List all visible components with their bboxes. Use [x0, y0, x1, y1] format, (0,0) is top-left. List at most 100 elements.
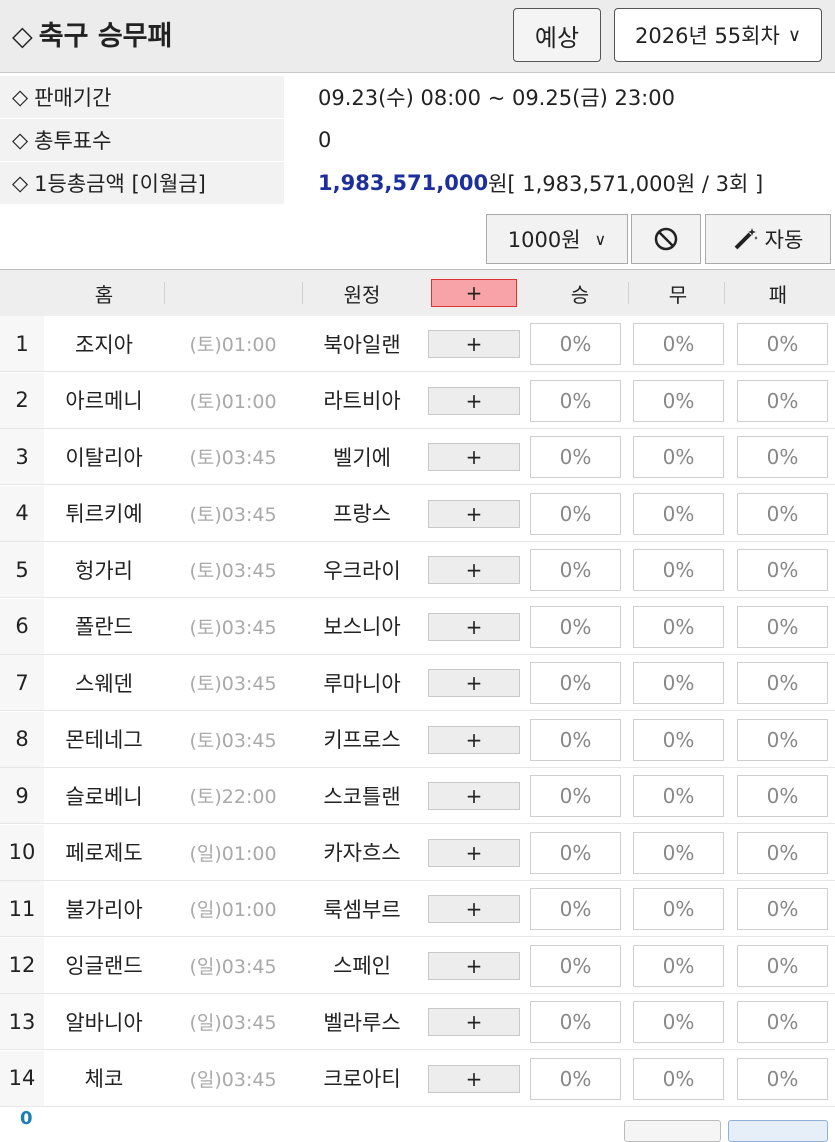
row-plus-button[interactable]: + — [428, 1064, 520, 1093]
match-number: 3 — [0, 429, 44, 484]
row-plus-button[interactable]: + — [428, 443, 520, 471]
match-time: (일)03:45 — [189, 955, 277, 978]
away-team: 라트비아 — [323, 389, 401, 413]
win-percent-cell[interactable]: 0% — [530, 944, 621, 987]
lose-percent-cell[interactable]: 0% — [737, 492, 828, 535]
total-votes-value: 0 — [318, 128, 332, 152]
draw-percent-cell[interactable]: 0% — [633, 831, 724, 874]
draw-percent-cell[interactable]: 0% — [633, 944, 724, 987]
lose-percent-cell[interactable]: 0% — [737, 323, 828, 365]
predict-button[interactable]: 예상 — [513, 8, 601, 62]
draw-percent-cell[interactable]: 0% — [633, 379, 724, 422]
row-plus-button[interactable]: + — [428, 838, 520, 867]
draw-percent-cell[interactable]: 0% — [633, 1001, 724, 1043]
column-win: 승 — [570, 282, 590, 307]
row-plus-button[interactable]: + — [428, 951, 520, 980]
draw-percent-cell[interactable]: 0% — [633, 605, 724, 648]
bet-controls: 1000원 ∨ 자동 — [0, 209, 835, 270]
magic-wand-icon — [734, 228, 758, 250]
info-panel: ◇ 판매기간 09.23(수) 08:00 ~ 09.25(금) 23:00 ◇ 총… — [0, 73, 835, 209]
row-plus-button[interactable]: + — [428, 386, 520, 415]
row-plus-button[interactable]: + — [428, 556, 520, 584]
lose-percent-cell[interactable]: 0% — [737, 944, 828, 987]
win-percent-cell[interactable]: 0% — [530, 888, 621, 930]
header-divider — [724, 282, 725, 304]
match-time: (토)01:00 — [189, 334, 277, 356]
draw-percent-cell[interactable]: 0% — [633, 888, 724, 930]
away-team: 벨기에 — [333, 445, 391, 470]
row-plus-button[interactable]: + — [428, 612, 520, 641]
column-away: 원정 — [343, 282, 381, 307]
match-number: 1 — [0, 316, 44, 371]
header-divider — [628, 282, 629, 304]
header-divider — [164, 282, 165, 304]
lose-percent-cell[interactable]: 0% — [737, 379, 828, 422]
draw-percent-cell[interactable]: 0% — [633, 718, 724, 761]
match-time: (일)01:00 — [189, 899, 277, 921]
row-plus-button[interactable]: + — [428, 725, 520, 754]
win-percent-cell[interactable]: 0% — [530, 775, 621, 817]
amount-select[interactable]: 1000원 ∨ — [486, 214, 628, 264]
row-plus-button[interactable]: + — [428, 895, 520, 923]
lose-percent-cell[interactable]: 0% — [737, 1001, 828, 1043]
row-plus-button[interactable]: + — [428, 669, 520, 697]
match-number: 14 — [0, 1050, 44, 1106]
draw-percent-cell[interactable]: 0% — [633, 775, 724, 817]
lose-percent-cell[interactable]: 0% — [737, 436, 828, 478]
win-percent-cell[interactable]: 0% — [530, 549, 621, 591]
win-percent-cell[interactable]: 0% — [530, 436, 621, 478]
win-percent-cell[interactable]: 0% — [530, 605, 621, 648]
lose-percent-cell[interactable]: 0% — [737, 831, 828, 874]
draw-percent-cell[interactable]: 0% — [633, 662, 724, 704]
win-percent-cell[interactable]: 0% — [530, 379, 621, 422]
draw-percent-cell[interactable]: 0% — [633, 492, 724, 535]
prize-amount: 1,983,571,000 — [318, 171, 489, 195]
diamond-icon: ◇ — [12, 21, 33, 52]
win-percent-cell[interactable]: 0% — [530, 718, 621, 761]
row-plus-button[interactable]: + — [428, 330, 520, 358]
win-percent-cell[interactable]: 0% — [530, 1057, 621, 1100]
auto-pick-button[interactable]: 자동 — [705, 214, 831, 264]
match-number: 12 — [0, 937, 44, 993]
footer-button-right[interactable] — [728, 1120, 828, 1142]
select-all-button[interactable]: + — [431, 279, 517, 307]
lose-percent-cell[interactable]: 0% — [737, 1057, 828, 1100]
sale-period-value: 09.23(수) 08:00 ~ 09.25(금) 23:00 — [318, 86, 675, 110]
match-number: 11 — [0, 881, 44, 936]
lose-percent-cell[interactable]: 0% — [737, 549, 828, 591]
draw-percent-cell[interactable]: 0% — [633, 436, 724, 478]
prize-row: ◇ 1등총금액 [이월금] 1,983,571,000 원 [ 1,983,571,… — [0, 162, 835, 204]
win-percent-cell[interactable]: 0% — [530, 1001, 621, 1043]
amount-select-value: 1000원 — [507, 228, 581, 252]
win-percent-cell[interactable]: 0% — [530, 831, 621, 874]
match-time: (토)03:45 — [189, 673, 277, 695]
lose-percent-cell[interactable]: 0% — [737, 888, 828, 930]
away-team: 우크라이 — [323, 558, 401, 583]
table-row: 13 알바니아 (일)03:45 벨라루스 +0% 0% 0% — [0, 994, 835, 1050]
prize-unit: 원 — [488, 172, 508, 196]
win-percent-cell[interactable]: 0% — [530, 492, 621, 535]
row-plus-button[interactable]: + — [428, 499, 520, 528]
row-plus-button[interactable]: + — [428, 1008, 520, 1036]
draw-percent-cell[interactable]: 0% — [633, 549, 724, 591]
table-header: 홈 원정 + 승 무 패 — [0, 270, 835, 316]
reset-button[interactable] — [631, 214, 701, 264]
draw-percent-cell[interactable]: 0% — [633, 323, 724, 365]
lose-percent-cell[interactable]: 0% — [737, 605, 828, 648]
row-plus-button[interactable]: + — [428, 782, 520, 810]
footer-button-left[interactable] — [624, 1120, 721, 1142]
home-team: 페로제도 — [65, 841, 143, 865]
lose-percent-cell[interactable]: 0% — [737, 775, 828, 817]
away-team: 스코틀랜 — [323, 784, 401, 809]
home-team: 몬테네그 — [65, 728, 143, 752]
prohibited-icon — [654, 227, 678, 251]
draw-percent-cell[interactable]: 0% — [633, 1057, 724, 1100]
round-select[interactable]: 2026년 55회차 ∨ — [614, 8, 822, 62]
match-number: 10 — [0, 824, 44, 880]
win-percent-cell[interactable]: 0% — [530, 662, 621, 704]
lose-percent-cell[interactable]: 0% — [737, 662, 828, 704]
lose-percent-cell[interactable]: 0% — [737, 718, 828, 761]
table-row: 12 잉글랜드 (일)03:45 스페인 +0% 0% 0% — [0, 937, 835, 994]
match-number: 9 — [0, 768, 44, 823]
win-percent-cell[interactable]: 0% — [530, 323, 621, 365]
